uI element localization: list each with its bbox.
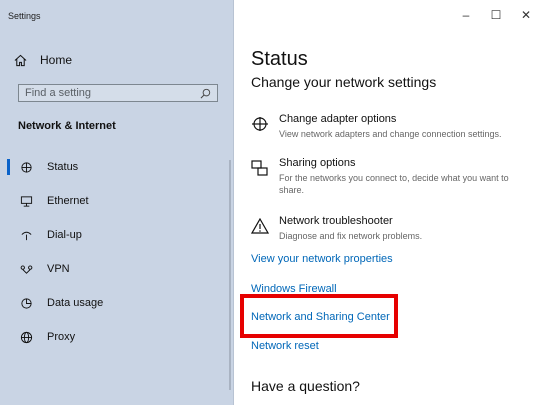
sidebar-item-label: Data usage	[47, 297, 104, 309]
option-description: For the networks you connect to, decide …	[279, 173, 509, 195]
home-link[interactable]: Home	[14, 53, 72, 67]
sidebar: Settings Home Network & Internet Status …	[0, 0, 234, 405]
option-description: View network adapters and change connect…	[279, 129, 502, 139]
network-troubleshooter[interactable]: Network troubleshooter Diagnose and fix …	[250, 215, 534, 242]
sidebar-item-data-usage[interactable]: Data usage	[0, 290, 232, 316]
close-icon[interactable]: ✕	[516, 8, 536, 22]
adapter-icon	[251, 116, 271, 140]
vpn-icon	[19, 262, 33, 276]
sidebar-item-label: Proxy	[47, 331, 76, 343]
page-title: Status	[251, 48, 308, 70]
view-network-properties-link[interactable]: View your network properties	[251, 253, 393, 265]
option-title: Sharing options	[279, 157, 356, 169]
search-icon[interactable]	[200, 88, 211, 99]
main-content: – ☐ ✕ Status Change your network setting…	[234, 0, 537, 405]
have-a-question-heading: Have a question?	[251, 378, 360, 394]
selection-indicator	[7, 159, 10, 175]
sharing-options[interactable]: Sharing options For the networks you con…	[251, 157, 534, 196]
sidebar-item-label: Ethernet	[47, 195, 89, 207]
status-icon	[19, 160, 33, 174]
warning-icon	[250, 217, 271, 242]
section-title: Network & Internet	[18, 120, 116, 132]
sidebar-item-dial-up[interactable]: Dial-up	[0, 222, 232, 248]
sidebar-item-ethernet[interactable]: Ethernet	[0, 188, 232, 214]
sidebar-item-label: Dial-up	[47, 229, 82, 241]
ethernet-icon	[19, 194, 33, 208]
sidebar-item-label: VPN	[47, 263, 70, 275]
option-description: Diagnose and fix network problems.	[279, 231, 423, 241]
home-icon	[14, 54, 27, 66]
sharing-icon	[251, 160, 271, 196]
data-usage-icon	[19, 296, 33, 310]
maximize-icon[interactable]: ☐	[486, 8, 506, 22]
dial-up-icon	[19, 228, 33, 242]
window-title: Settings	[8, 11, 41, 21]
sidebar-item-proxy[interactable]: Proxy	[0, 324, 232, 350]
page-subtitle: Change your network settings	[251, 74, 437, 90]
minimize-icon[interactable]: –	[456, 8, 476, 22]
search-box[interactable]	[18, 84, 218, 102]
sidebar-item-label: Status	[47, 161, 79, 173]
search-input[interactable]	[25, 87, 185, 99]
sidebar-scrollbar[interactable]	[229, 160, 231, 390]
sidebar-item-status[interactable]: Status	[0, 154, 232, 180]
option-title: Change adapter options	[279, 113, 397, 125]
globe-icon	[19, 330, 33, 344]
option-title: Network troubleshooter	[279, 215, 393, 227]
home-label: Home	[40, 53, 73, 67]
sidebar-item-vpn[interactable]: VPN	[0, 256, 232, 282]
change-adapter-options[interactable]: Change adapter options View network adap…	[251, 113, 534, 140]
network-reset-link[interactable]: Network reset	[251, 340, 319, 352]
highlight-box	[240, 294, 398, 338]
